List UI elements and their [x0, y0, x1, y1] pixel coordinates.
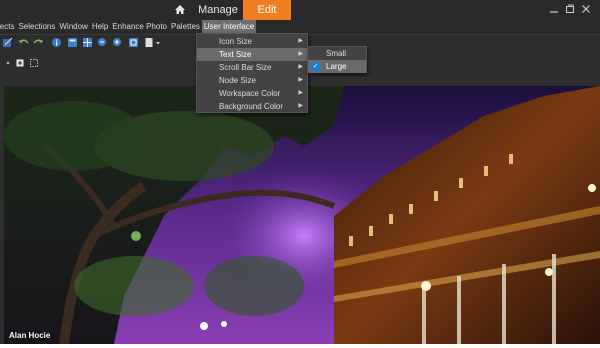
- photo-image: [4, 86, 600, 344]
- info-icon[interactable]: [51, 37, 62, 48]
- menu-enhance-photo[interactable]: Enhance Photo: [110, 20, 169, 34]
- undo-icon[interactable]: [18, 37, 29, 48]
- minimize-icon[interactable]: [550, 4, 558, 14]
- chevron-right-icon: ▶: [298, 51, 303, 57]
- chevron-right-icon: ▶: [298, 90, 303, 96]
- menu-objects[interactable]: jects: [0, 20, 16, 34]
- menu-item-node-size[interactable]: Node Size ▶: [197, 74, 307, 87]
- menu-item-label: Icon Size: [219, 37, 252, 46]
- menu-item-workspace-color[interactable]: Workspace Color ▶: [197, 87, 307, 100]
- close-icon[interactable]: [582, 4, 590, 14]
- menu-item-label: Workspace Color: [219, 89, 281, 98]
- menu-bar: jects Selections Window Help Enhance Pho…: [0, 20, 600, 34]
- app-window: Manage Edit jects Selections Window Help…: [0, 0, 600, 344]
- submenu-item-label: Small: [326, 49, 347, 58]
- chevron-right-icon: ▶: [298, 38, 303, 44]
- chevron-right-icon: ▶: [298, 64, 303, 70]
- menu-item-label: Node Size: [219, 76, 256, 85]
- redo-icon[interactable]: [33, 37, 44, 48]
- zoom-out-icon[interactable]: [97, 37, 108, 48]
- window-controls: [550, 4, 590, 16]
- bullet-icon[interactable]: [5, 59, 13, 67]
- user-interface-menu: Icon Size ▶ Text Size ▶ Scroll Bar Size …: [196, 33, 308, 113]
- menu-help[interactable]: Help: [90, 20, 110, 34]
- grid-icon[interactable]: [82, 37, 93, 48]
- menu-selections[interactable]: Selections: [16, 20, 57, 34]
- photo-canvas[interactable]: Alan Hocie: [4, 86, 600, 344]
- check-icon: ✓: [311, 62, 320, 71]
- chevron-right-icon: ▶: [298, 103, 303, 109]
- menu-item-scroll-bar-size[interactable]: Scroll Bar Size ▶: [197, 61, 307, 74]
- home-icon: [175, 5, 185, 14]
- select-icon[interactable]: [16, 59, 24, 67]
- tab-manage[interactable]: Manage: [193, 0, 243, 20]
- chevron-down-icon[interactable]: [155, 37, 161, 48]
- submenu-item-label: Large: [326, 62, 347, 71]
- menu-item-label: Background Color: [219, 102, 284, 111]
- chevron-right-icon: ▶: [298, 77, 303, 83]
- layout-icon[interactable]: [67, 37, 78, 48]
- submenu-item-small[interactable]: Small: [308, 47, 366, 60]
- tab-edit[interactable]: Edit: [243, 0, 291, 20]
- menu-palettes[interactable]: Palettes: [169, 20, 202, 34]
- menu-item-label: Scroll Bar Size: [219, 63, 272, 72]
- fit-icon[interactable]: [128, 37, 139, 48]
- marquee-icon[interactable]: [30, 59, 38, 67]
- menu-item-text-size[interactable]: Text Size ▶: [197, 48, 307, 61]
- menu-item-icon-size[interactable]: Icon Size ▶: [197, 35, 307, 48]
- submenu-item-large[interactable]: ✓ Large: [308, 60, 366, 73]
- menu-user-interface[interactable]: User Interface: [201, 20, 257, 34]
- mode-bar: Manage Edit: [0, 0, 600, 20]
- zoom-in-icon[interactable]: [112, 37, 123, 48]
- restore-icon[interactable]: [566, 4, 574, 14]
- photo-credit: Alan Hocie: [9, 331, 51, 340]
- home-button[interactable]: [172, 3, 188, 17]
- menu-window[interactable]: Window: [57, 20, 89, 34]
- text-size-submenu: Small ✓ Large: [307, 46, 367, 73]
- menu-item-label: Text Size: [219, 50, 252, 59]
- edit-icon[interactable]: [2, 37, 13, 48]
- menu-item-background-color[interactable]: Background Color ▶: [197, 100, 307, 113]
- page-icon[interactable]: [144, 37, 155, 48]
